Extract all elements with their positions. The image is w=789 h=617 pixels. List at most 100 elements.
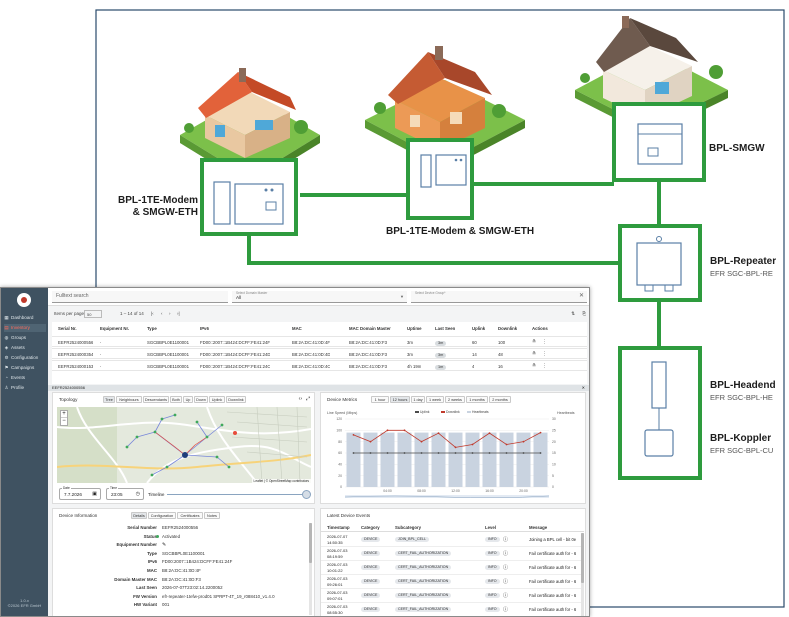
koppler-sublabel: EFR SGC-BPL-CU — [710, 446, 774, 455]
clock-icon[interactable]: ◷ — [136, 491, 140, 497]
zoom-in-button[interactable]: + — [61, 411, 67, 418]
event-row[interactable]: 2026-07-03 09:26:01 DEVICE CERT_FAIL_AUTHO… — [321, 575, 584, 589]
event-row[interactable]: 2026-07-03 08:19:59 DEVICE CERT_FAIL_AUTHO… — [321, 547, 584, 561]
app-logo[interactable] — [17, 293, 31, 307]
graph-icon[interactable]: ≚ — [532, 351, 536, 357]
event-row[interactable]: 2026-07-07 14:50:35 DEVICE JOIN_BPL_CELL IN… — [321, 533, 584, 547]
time-field[interactable]: Time 23:05 ◷ — [106, 486, 144, 500]
tab-both[interactable]: Both — [170, 396, 182, 403]
info-scrollbar-thumb[interactable] — [309, 523, 312, 563]
first-page-icon[interactable]: |‹ — [151, 308, 154, 320]
column-header[interactable]: IPv6 — [200, 326, 209, 331]
more-icon[interactable]: ⋮ — [542, 351, 547, 357]
range-1-months[interactable]: 1 months — [466, 396, 488, 403]
timeline-handle[interactable] — [302, 490, 311, 499]
sidebar-item-dashboard[interactable]: ▦ Dashboard — [4, 314, 46, 322]
sidebar-item-profile[interactable]: ♙ Profile — [4, 384, 46, 392]
event-row[interactable]: 2026-07-03 09:07:01 DEVICE CERT_FAIL_AUTHO… — [321, 589, 584, 603]
close-icon[interactable]: ✕ — [579, 291, 584, 302]
events-scrollbar[interactable] — [581, 533, 584, 616]
info-icon[interactable]: ⓘ — [503, 564, 508, 571]
column-header[interactable]: Serial Nr. — [58, 326, 77, 331]
close-icon[interactable]: ✕ — [582, 385, 585, 391]
range-2-weeks[interactable]: 2 weeks — [445, 396, 465, 403]
column-header[interactable]: Uplink — [472, 326, 485, 331]
topology-map[interactable]: + − Leaflet | © OpenStreetMap contributo… — [57, 407, 311, 483]
info-tab-notes[interactable]: Notes — [204, 512, 220, 519]
tab-up[interactable]: Up — [183, 396, 193, 403]
info-icon[interactable]: ⓘ — [503, 578, 508, 585]
tab-descendants[interactable]: Descendants — [143, 396, 169, 403]
events-column-header[interactable]: Timestamp — [327, 525, 350, 530]
column-header[interactable]: Downlink — [498, 326, 517, 331]
code-icon[interactable]: ‹› — [299, 396, 302, 402]
info-tab-certificates[interactable]: Certificates — [177, 512, 203, 519]
column-header[interactable]: Actions — [532, 326, 548, 331]
table-row[interactable]: EEFR2524000153 - SGCBBPL0E1100001 FD00::200… — [52, 360, 587, 371]
events-column-header[interactable]: Subcategory — [395, 525, 421, 530]
fulltext-search-input[interactable]: Fulltext search — [52, 291, 228, 303]
range-12-hours[interactable]: 12 hours — [390, 396, 410, 403]
info-tab-details[interactable]: Details — [131, 512, 147, 519]
sidebar-item-assets[interactable]: ◈ Assets — [4, 344, 46, 352]
info-icon[interactable]: ⓘ — [503, 550, 508, 557]
expand-icon[interactable]: ⤢ — [306, 396, 310, 402]
domain-master-value: All — [236, 295, 242, 300]
y2-axis-label: Heartbeats — [557, 411, 575, 415]
more-icon[interactable]: ⋮ — [542, 363, 547, 369]
column-header[interactable]: MAC Domain Master — [349, 326, 391, 331]
export-icon[interactable]: ⎘ — [582, 308, 586, 320]
events-column-header[interactable]: Message — [529, 525, 547, 530]
column-header[interactable]: Type — [147, 326, 157, 331]
info-icon[interactable]: ⓘ — [503, 606, 508, 613]
tab-uplink[interactable]: Uplink — [209, 396, 225, 403]
table-row[interactable]: EEFR2524000354 - SGCBBPL0E1100001 FD00::200… — [52, 348, 587, 359]
date-field[interactable]: Date 7.7.2026 ▣ — [59, 486, 101, 500]
last-page-icon[interactable]: ›| — [177, 308, 180, 320]
repeater-sublabel: EFR SGC-BPL-RE — [710, 269, 773, 278]
prev-page-icon[interactable]: ‹ — [161, 308, 163, 320]
sidebar-item-groups[interactable]: ◍ Groups — [4, 334, 46, 342]
range-2-months[interactable]: 2 months — [489, 396, 511, 403]
next-page-icon[interactable]: › — [169, 308, 171, 320]
domain-master-select[interactable]: Select Domain Master All ▼ — [232, 291, 407, 303]
info-tab-configuration[interactable]: Configuration — [148, 512, 176, 519]
tab-down[interactable]: Down — [194, 396, 208, 403]
tab-neighbours[interactable]: Neighbours — [116, 396, 142, 403]
column-header[interactable]: Last Seen — [435, 326, 455, 331]
events-scrollbar-thumb[interactable] — [581, 533, 584, 583]
tab-tree[interactable]: Tree — [103, 396, 115, 403]
device-group-select[interactable]: Select Device Group* ✕ — [411, 291, 587, 303]
sidebar-item-campaigns[interactable]: ⚑ Campaigns — [4, 364, 46, 372]
info-icon[interactable]: ⓘ — [503, 536, 508, 543]
column-header[interactable]: Equipment Nr. — [100, 326, 129, 331]
map-attribution[interactable]: Leaflet | © OpenStreetMap contributors — [251, 479, 311, 483]
graph-icon[interactable]: ≚ — [532, 363, 536, 369]
zoom-out-button[interactable]: − — [61, 418, 67, 425]
calendar-icon[interactable]: ▣ — [92, 491, 97, 497]
sidebar-item-configuration[interactable]: ⚙ Configuration — [4, 354, 46, 362]
event-row[interactable]: 2026-07-03 08:55:30 DEVICE CERT_FAIL_AUTHO… — [321, 603, 584, 616]
column-header[interactable]: MAC — [292, 326, 302, 331]
timeline-slider[interactable] — [167, 494, 307, 495]
edit-icon[interactable]: ✎ — [162, 542, 166, 548]
sidebar-item-inventory[interactable]: ▤ Inventory — [4, 324, 46, 332]
table-row[interactable]: EEFR2524000556 - SGCBBPL0E1100001 FD00::200… — [52, 336, 587, 347]
sort-icon[interactable]: ⇅ — [571, 308, 575, 320]
info-icon[interactable]: ⓘ — [503, 592, 508, 599]
events-column-header[interactable]: Category — [361, 525, 380, 530]
items-per-page-select[interactable]: 50 — [84, 310, 102, 318]
tab-downlink[interactable]: Downlink — [226, 396, 246, 403]
table-cell-uplink: 4 — [472, 364, 475, 369]
info-scrollbar[interactable] — [309, 523, 312, 615]
column-header[interactable]: Uptime — [407, 326, 422, 331]
event-row[interactable]: 2026-07-03 10:01:22 DEVICE CERT_FAIL_AUTHO… — [321, 561, 584, 575]
range-1-week[interactable]: 1 week — [426, 396, 444, 403]
events-column-header[interactable]: Level — [485, 525, 496, 530]
range-1-hour[interactable]: 1 hour — [371, 396, 389, 403]
sidebar-item-events[interactable]: ◔ Events — [4, 374, 46, 382]
more-icon[interactable]: ⋮ — [542, 339, 547, 345]
range-1-day[interactable]: 1 day — [411, 396, 425, 403]
info-value: Activated — [162, 533, 181, 539]
graph-icon[interactable]: ≚ — [532, 339, 536, 345]
